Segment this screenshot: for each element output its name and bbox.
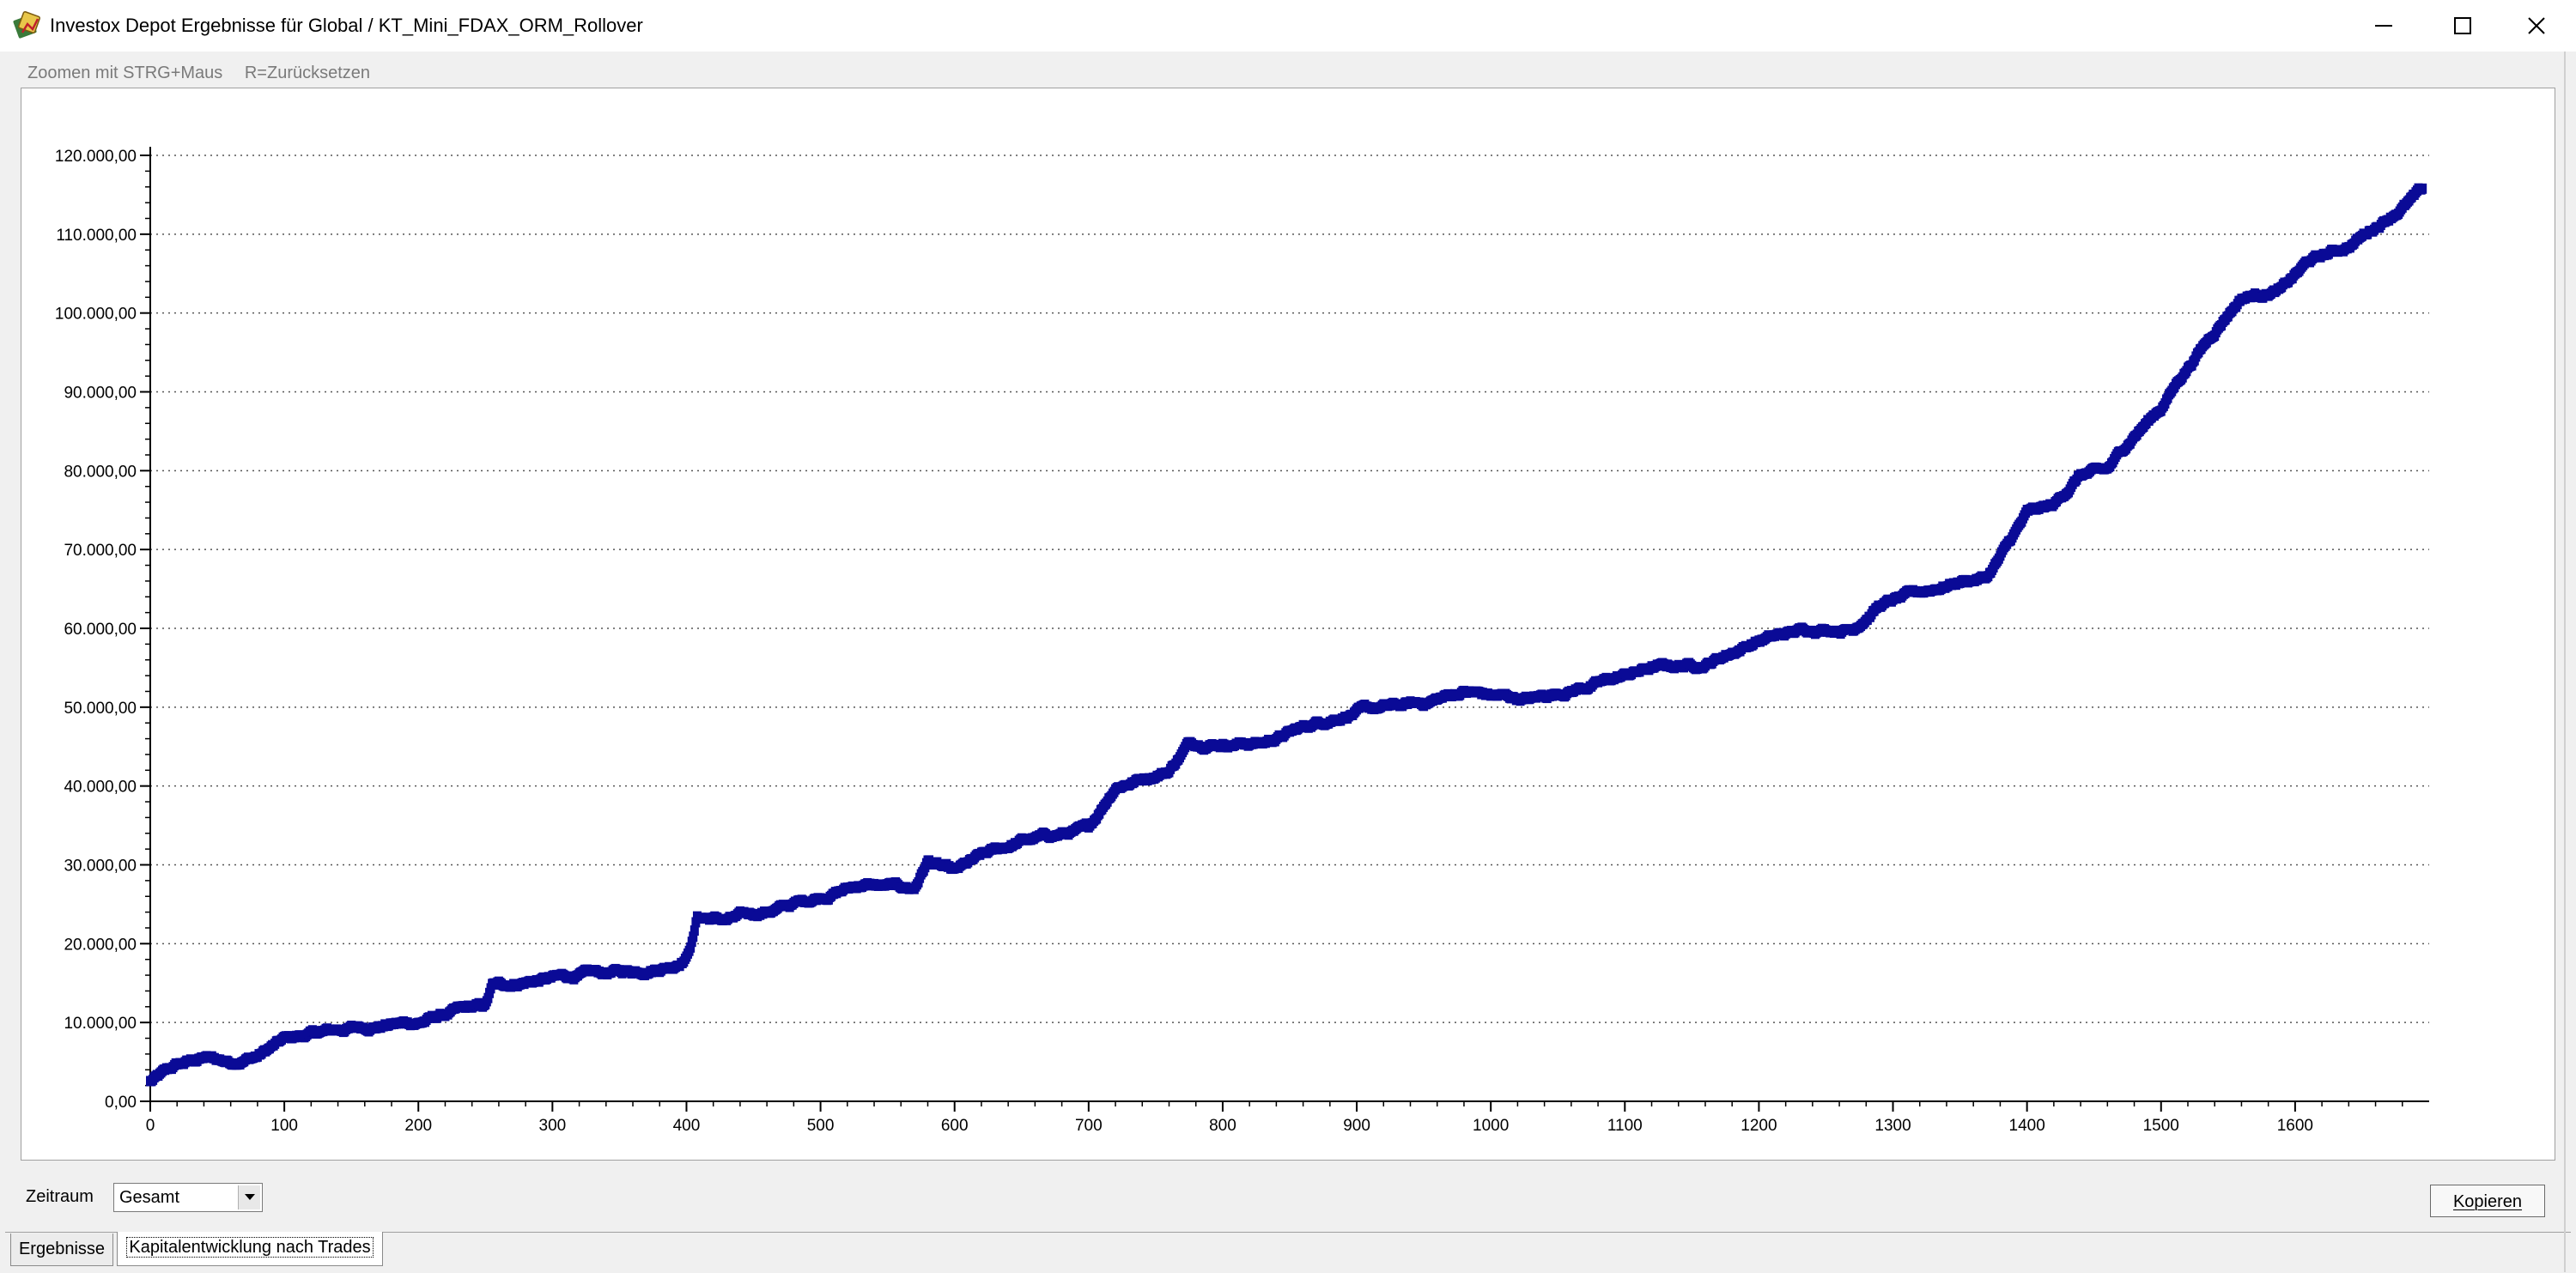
x-tick-label: 600: [941, 1117, 969, 1135]
tab-kapitalentwicklung-label: Kapitalentwicklung nach Trades: [126, 1237, 374, 1258]
x-tick-label: 0: [146, 1117, 155, 1135]
content-area: Zoomen mit STRG+Maus R=Zurücksetzen 0,00…: [0, 52, 2576, 1272]
close-icon: [2528, 17, 2545, 34]
dropdown-arrow-button[interactable]: [238, 1185, 260, 1209]
zeitraum-label: Zeitraum: [26, 1187, 94, 1206]
kopieren-button[interactable]: Kopieren: [2430, 1185, 2545, 1217]
y-tick-label: 70.000,00: [64, 542, 137, 560]
x-tick-label: 1500: [2143, 1117, 2179, 1135]
grid-lines: [150, 155, 2429, 1023]
tab-kapitalentwicklung[interactable]: Kapitalentwicklung nach Trades: [117, 1232, 383, 1266]
minimize-button[interactable]: [2344, 0, 2423, 52]
window-edge: [2564, 52, 2566, 1272]
y-tick-label: 100.000,00: [55, 306, 137, 324]
x-tick-label: 800: [1209, 1117, 1236, 1135]
x-tick-label: 1100: [1607, 1117, 1643, 1135]
x-tick-label: 1600: [2277, 1117, 2313, 1135]
equity-chart-panel[interactable]: 0,00 10.000,00 20.000,00 30.000,00 40.000,00…: [21, 88, 2555, 1161]
reset-hint-text: R=Zurücksetzen: [244, 64, 371, 82]
y-tick-label: 20.000,00: [64, 936, 137, 954]
tab-divider: [5, 1232, 2571, 1233]
x-tick-label: 1200: [1741, 1117, 1777, 1135]
title-bar: Investox Depot Ergebnisse für Global / K…: [0, 0, 2576, 52]
equity-point: [2418, 183, 2427, 194]
x-tick-label: 1300: [1874, 1117, 1911, 1135]
app-icon[interactable]: [12, 10, 46, 41]
x-tick-label: 500: [807, 1117, 835, 1135]
y-tick-label: 90.000,00: [64, 385, 137, 403]
y-tick-label: 80.000,00: [64, 463, 137, 481]
y-tick-label: 110.000,00: [56, 227, 137, 245]
x-tick-label: 300: [539, 1117, 567, 1135]
x-tick-label: 400: [673, 1117, 701, 1135]
equity-chart[interactable]: 0,00 10.000,00 20.000,00 30.000,00 40.000,00…: [21, 88, 2555, 1160]
y-tick-label: 40.000,00: [64, 779, 137, 797]
tab-ergebnisse[interactable]: Ergebnisse: [10, 1234, 113, 1266]
y-tick-label: 120.000,00: [55, 148, 137, 166]
y-tick-label: 0,00: [105, 1094, 137, 1112]
x-tick-label: 100: [270, 1117, 298, 1135]
x-tick-label: 900: [1343, 1117, 1370, 1135]
y-tick-label: 60.000,00: [64, 621, 137, 639]
zeitraum-dropdown[interactable]: Gesamt: [113, 1183, 263, 1212]
x-tick-label: 1000: [1473, 1117, 1509, 1135]
tab-ergebnisse-label: Ergebnisse: [18, 1240, 106, 1258]
maximize-icon: [2454, 17, 2471, 34]
x-tick-label: 700: [1075, 1117, 1103, 1135]
maximize-button[interactable]: [2423, 0, 2502, 52]
y-tick-label: 10.000,00: [64, 1015, 137, 1033]
chevron-down-icon: [245, 1194, 255, 1200]
axes: 0,00 10.000,00 20.000,00 30.000,00 40.000,00…: [55, 147, 2429, 1135]
equity-series: [146, 183, 2427, 1087]
zoom-hint-text: Zoomen mit STRG+Maus: [27, 64, 223, 82]
y-tick-label: 50.000,00: [64, 700, 137, 718]
kopieren-label: Kopieren: [2452, 1192, 2523, 1211]
x-tick-label: 200: [404, 1117, 432, 1135]
window-title: Investox Depot Ergebnisse für Global / K…: [50, 15, 643, 36]
tab-bar: Ergebnisse Kapitalentwicklung nach Trade…: [0, 1230, 2576, 1273]
zoom-hint: Zoomen mit STRG+Maus R=Zurücksetzen: [27, 64, 387, 83]
x-tick-label: 1400: [2009, 1117, 2045, 1135]
close-button[interactable]: [2497, 0, 2576, 52]
zeitraum-selected-value: Gesamt: [119, 1188, 180, 1207]
minimize-icon: [2375, 25, 2392, 27]
y-tick-label: 30.000,00: [64, 858, 137, 876]
